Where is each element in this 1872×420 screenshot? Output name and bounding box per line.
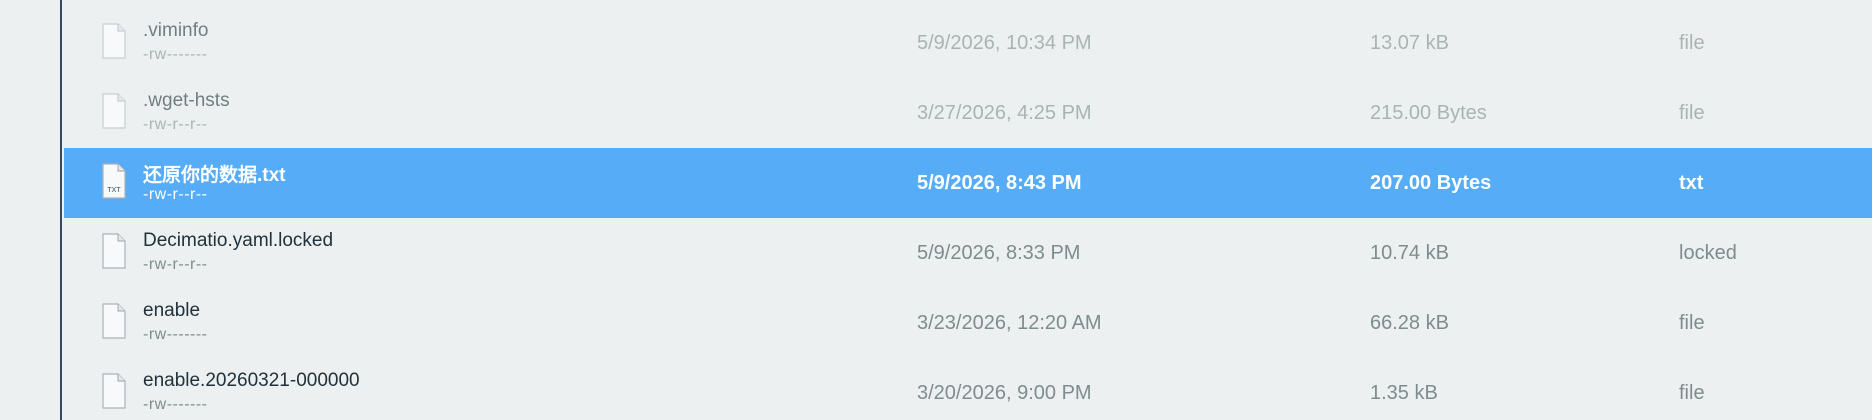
file-row[interactable]: .viminfo -rw------- 5/9/2026, 10:34 PM 1… <box>64 8 1872 78</box>
file-modified-date: 5/9/2026, 10:34 PM <box>917 32 1092 54</box>
file-name: .viminfo <box>143 20 209 41</box>
file-permissions: -rw------- <box>143 396 208 413</box>
file-icon <box>102 303 126 339</box>
sidebar-divider <box>0 0 62 420</box>
file-type: txt <box>1679 172 1704 194</box>
file-row[interactable]: enable -rw------- 3/23/2026, 12:20 AM 66… <box>64 288 1872 358</box>
file-modified-date: 5/9/2026, 8:33 PM <box>917 242 1081 264</box>
file-row[interactable]: Decimatio.yaml.locked -rw-r--r-- 5/9/202… <box>64 218 1872 288</box>
file-icon <box>102 233 126 269</box>
file-type: file <box>1679 102 1705 124</box>
file-row[interactable]: .wget-hsts -rw-r--r-- 3/27/2026, 4:25 PM… <box>64 78 1872 148</box>
file-permissions: -rw-r--r-- <box>143 256 208 273</box>
file-permissions: -rw-r--r-- <box>143 116 208 133</box>
file-size: 10.74 kB <box>1370 242 1449 264</box>
file-size: 207.00 Bytes <box>1370 172 1492 194</box>
file-name: 还原你的数据.txt <box>143 165 286 186</box>
file-icon <box>102 93 126 129</box>
file-name: enable <box>143 300 201 321</box>
file-name: .wget-hsts <box>143 90 230 111</box>
txt-file-icon: TXT <box>102 163 126 199</box>
file-row[interactable]: enable.20260321-000000 -rw------- 3/20/2… <box>64 358 1872 420</box>
file-modified-date: 3/27/2026, 4:25 PM <box>917 102 1092 124</box>
file-row-selected[interactable]: TXT 还原你的数据.txt -rw-r--r-- 5/9/2026, 8:43… <box>64 148 1872 218</box>
file-modified-date: 3/23/2026, 12:20 AM <box>917 312 1102 334</box>
file-name: Decimatio.yaml.locked <box>143 230 334 251</box>
file-manager: .viminfo -rw------- 5/9/2026, 10:34 PM 1… <box>0 0 1872 420</box>
file-permissions: -rw-r--r-- <box>143 186 208 203</box>
file-permissions: -rw------- <box>143 326 208 343</box>
file-icon <box>102 373 126 409</box>
file-size: 13.07 kB <box>1370 32 1449 54</box>
svg-text:TXT: TXT <box>107 187 121 194</box>
file-modified-date: 5/9/2026, 8:43 PM <box>917 172 1082 194</box>
file-type: file <box>1679 32 1705 54</box>
file-size: 66.28 kB <box>1370 312 1449 334</box>
file-type: file <box>1679 382 1705 404</box>
file-icon <box>102 23 126 59</box>
file-name: enable.20260321-000000 <box>143 370 360 391</box>
file-type: file <box>1679 312 1705 334</box>
file-modified-date: 3/20/2026, 9:00 PM <box>917 382 1092 404</box>
file-type: locked <box>1679 242 1737 264</box>
file-size: 1.35 kB <box>1370 382 1438 404</box>
file-size: 215.00 Bytes <box>1370 102 1487 124</box>
file-permissions: -rw------- <box>143 46 208 63</box>
file-list: .viminfo -rw------- 5/9/2026, 10:34 PM 1… <box>64 0 1872 420</box>
